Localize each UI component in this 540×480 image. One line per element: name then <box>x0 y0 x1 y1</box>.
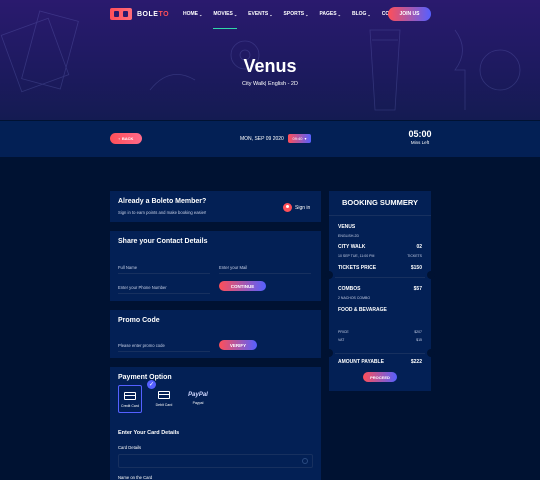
card-details-input[interactable] <box>118 454 313 468</box>
chevron-down-icon: ⌄ <box>305 11 309 17</box>
summary-price: PRICE $207 <box>338 330 422 334</box>
email-input[interactable]: Enter your Mail <box>219 265 247 270</box>
divider <box>118 273 210 274</box>
chevron-down-icon: ⌄ <box>367 11 371 17</box>
ticket-notch <box>427 349 435 357</box>
countdown-timer: 05:00 Mins Left <box>400 129 440 145</box>
payment-option-paypal[interactable]: PayPal Paypal <box>186 385 210 413</box>
option-label: Paypal <box>192 401 204 405</box>
summary-amount-payable: AMOUNT PAYABLE $222 <box>338 359 422 365</box>
user-icon <box>283 203 292 212</box>
join-us-button[interactable]: JOIN US <box>388 7 431 21</box>
chevron-down-icon: ⌄ <box>269 11 273 17</box>
payment-option-debit-card[interactable]: Debit Card <box>152 385 176 413</box>
summary-showtime: 10 SEP TUE, 11:00 PM TICKETS <box>338 254 422 258</box>
chevron-down-icon: ⌄ <box>233 11 238 17</box>
debit-card-icon <box>158 391 170 399</box>
card-details-heading: Enter Your Card Details <box>118 430 180 436</box>
proceed-button[interactable]: PROCEED <box>363 372 397 382</box>
nav-events[interactable]: EVENTS ⌄ <box>248 11 272 17</box>
show-date: MON, SEP 09 2020 <box>240 136 284 142</box>
member-title: Already a Boleto Member? <box>118 198 207 205</box>
phone-input[interactable]: Enter your Phone Number <box>118 285 167 290</box>
nav-home[interactable]: HOME ⌄ <box>183 11 202 17</box>
ticket-notch <box>325 349 333 357</box>
divider <box>335 277 425 278</box>
paypal-logo: PayPal <box>188 392 208 398</box>
back-button[interactable]: ‹ BACK <box>110 133 142 144</box>
summary-food: FOOD & BEVARAGE <box>338 307 387 313</box>
card-details-label: Card Details <box>118 445 142 450</box>
chevron-down-icon: ⌄ <box>337 11 341 17</box>
contact-title: Share your Contact Details <box>118 238 208 245</box>
payment-option-credit-card[interactable]: ✓ Credit Card <box>118 380 156 413</box>
nav-blog[interactable]: BLOG ⌄ <box>352 11 371 17</box>
movie-title: Venus <box>243 56 297 76</box>
promo-title: Promo Code <box>118 317 160 324</box>
summary-title: BOOKING SUMMERY <box>342 198 418 207</box>
summary-movie-meta: ENGLISH-2D <box>338 234 360 238</box>
divider <box>219 273 311 274</box>
full-name-input[interactable]: Full Name <box>118 265 137 270</box>
brand-name: BOLETO <box>137 10 170 18</box>
promo-input[interactable]: Please enter promo code <box>118 343 165 348</box>
chevron-down-icon: ▾ <box>304 136 307 141</box>
logo-icon <box>110 8 132 20</box>
divider <box>335 353 425 354</box>
ticket-notch <box>427 271 435 279</box>
credit-card-icon <box>124 392 136 400</box>
nav-movies[interactable]: MOVIES ⌄ <box>213 11 238 29</box>
name-on-card-label: Name on the Card <box>118 475 153 480</box>
main-nav: HOME ⌄ MOVIES ⌄ EVENTS ⌄ SPORTS ⌄ PAGES ⌄ BLO… <box>183 11 417 29</box>
summary-combo-item: 2 NACHOS COMBO <box>338 296 371 300</box>
verify-button[interactable]: VERIFY <box>219 340 257 350</box>
summary-vat: VAT $15 <box>338 338 422 342</box>
promo-card: Promo Code Please enter promo code VERIF… <box>110 310 321 358</box>
showtime-select[interactable]: 09:40 ▾ <box>288 134 311 143</box>
summary-combos: COMBOS $57 <box>338 286 422 292</box>
sign-in-link[interactable]: Sign in <box>283 203 310 212</box>
chevron-down-icon: ⌄ <box>199 11 203 17</box>
divider <box>118 293 210 294</box>
card-icon <box>302 458 308 464</box>
continue-button[interactable]: CONTINUE <box>219 281 266 291</box>
booking-summary: BOOKING SUMMERY VENUS ENGLISH-2D CITY WA… <box>325 191 435 391</box>
divider <box>118 351 210 352</box>
movie-subtitle: City Walk| English - 2D <box>242 81 298 87</box>
nav-sports[interactable]: SPORTS ⌄ <box>284 11 309 17</box>
timer-value: 05:00 <box>408 129 432 139</box>
payment-card: Payment Option ✓ Credit Card Debit Card … <box>110 367 321 480</box>
nav-pages[interactable]: PAGES ⌄ <box>319 11 341 17</box>
divider <box>329 215 431 216</box>
timer-label: Mins Left <box>410 140 430 145</box>
option-label: Debit Card <box>155 403 173 407</box>
ticket-notch <box>325 271 333 279</box>
member-card: Already a Boleto Member? Sign in to earn… <box>110 191 321 222</box>
arrow-left-icon: ‹ <box>118 136 120 141</box>
member-text: Sign in to earn points and make booking … <box>118 210 207 215</box>
contact-card: Share your Contact Details Full Name Ent… <box>110 231 321 301</box>
payment-title: Payment Option <box>118 374 172 381</box>
summary-venue: CITY WALK 02 <box>338 244 422 250</box>
summary-ticket-price: TICKETS PRICE $150 <box>338 265 422 271</box>
summary-movie: VENUS <box>338 224 356 230</box>
option-label: Credit Card <box>121 404 139 408</box>
brand-logo[interactable]: BOLETO <box>110 8 169 20</box>
